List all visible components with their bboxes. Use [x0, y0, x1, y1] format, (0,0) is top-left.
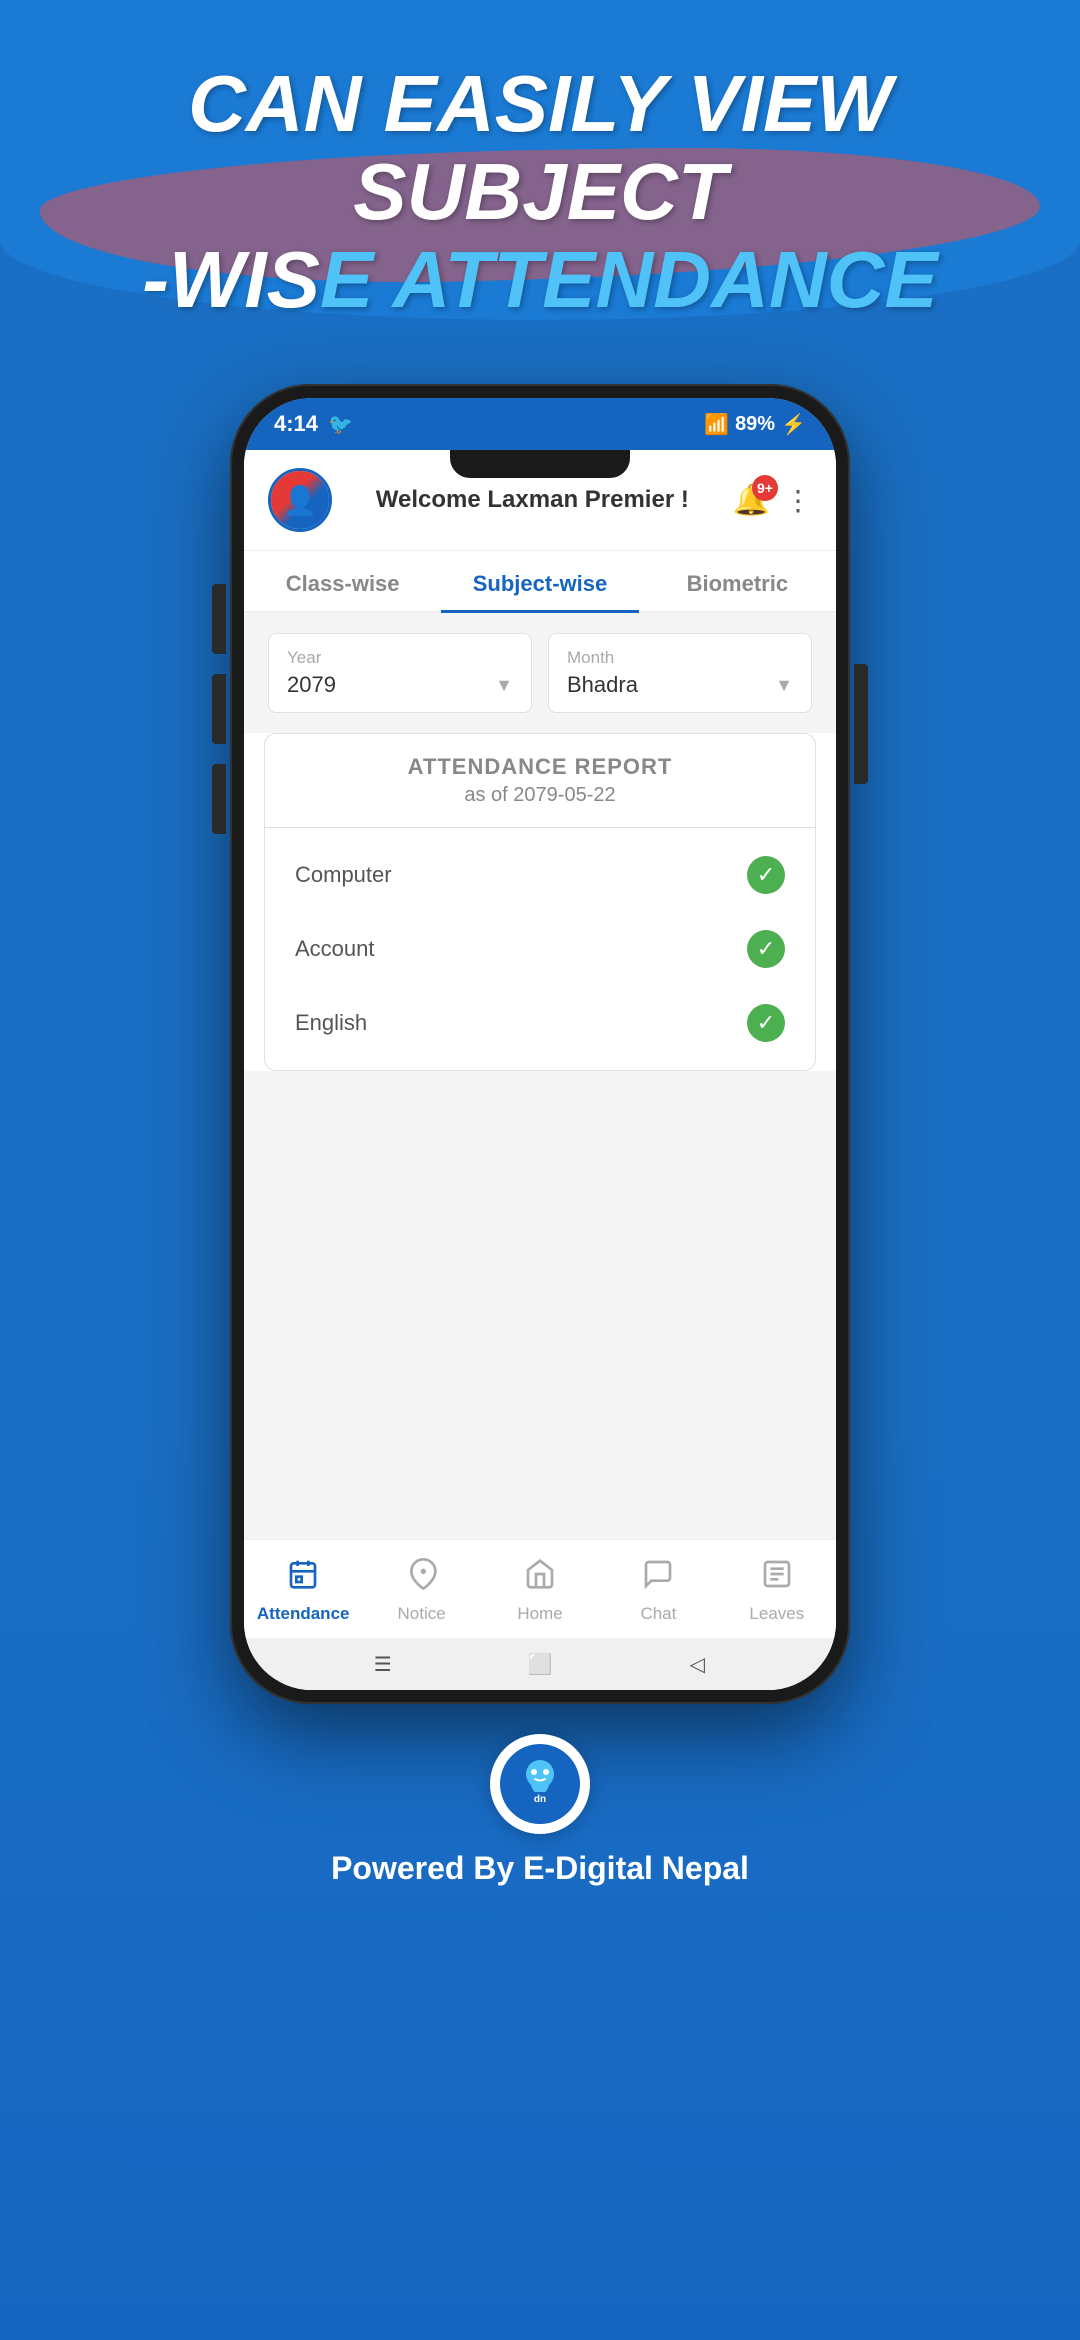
phone-button-vol-up — [212, 584, 226, 654]
hero-title: CAN EASILY VIEW SUBJECT -WISE ATTENDANCE — [60, 60, 1020, 324]
nav-label-home: Home — [517, 1604, 562, 1624]
signal-icon: 📶 — [704, 412, 729, 437]
nav-label-leaves: Leaves — [749, 1604, 804, 1624]
phone-bottom-nav: ☰ ⬜ ◁ — [244, 1638, 836, 1690]
tab-subject-wise[interactable]: Subject-wise — [441, 551, 638, 611]
leaves-nav-icon — [761, 1558, 793, 1598]
nav-item-notice[interactable]: Notice — [362, 1554, 480, 1628]
nav-item-home[interactable]: Home — [481, 1554, 599, 1628]
content-empty-area — [244, 1071, 836, 1539]
footer-text: Powered By E-Digital Nepal — [331, 1850, 749, 1887]
month-dropdown-arrow: ▼ — [775, 675, 793, 696]
chat-nav-icon — [642, 1558, 674, 1598]
phone-button-mute — [212, 764, 226, 834]
phone-home-btn[interactable]: ⬜ — [523, 1647, 557, 1681]
phone-screen: 4:14 🐦 📶 89% ⚡ 👤 Welcome Laxman Premi — [244, 398, 836, 1690]
subject-status-english: ✓ — [747, 1004, 785, 1042]
footer-logo-inner: dn — [500, 1744, 580, 1824]
month-value: Bhadra — [567, 672, 638, 698]
report-date: as of 2079-05-22 — [285, 784, 795, 807]
nav-label-attendance: Attendance — [257, 1604, 350, 1624]
attendance-nav-icon — [287, 1558, 319, 1598]
filter-dropdowns: Year 2079 ▼ Month Bhadra ▼ — [244, 613, 836, 733]
status-time: 4:14 — [274, 411, 318, 437]
hero-title-part2: E — [320, 235, 393, 324]
tab-class-wise[interactable]: Class-wise — [244, 551, 441, 611]
screen-content: 👤 Welcome Laxman Premier ! 🔔 9+ ⋮ Clas — [244, 450, 836, 1690]
hero-title-line2: -WISE ATTENDANCE — [60, 236, 1020, 324]
bottom-navigation: Attendance Notice — [244, 1539, 836, 1638]
subject-list: Computer ✓ Account ✓ English ✓ — [265, 828, 815, 1070]
report-header: ATTENDANCE REPORT as of 2079-05-22 — [265, 734, 815, 828]
phone-frame: 4:14 🐦 📶 89% ⚡ 👤 Welcome Laxman Premi — [230, 384, 850, 1704]
month-dropdown[interactable]: Month Bhadra ▼ — [548, 633, 812, 713]
subject-name-account: Account — [295, 936, 375, 962]
attendance-tabs: Class-wise Subject-wise Biometric — [244, 551, 836, 613]
nav-label-notice: Notice — [398, 1604, 446, 1624]
status-bar: 4:14 🐦 📶 89% ⚡ — [244, 398, 836, 450]
subject-row-computer: Computer ✓ — [265, 838, 815, 912]
attendance-report-card: ATTENDANCE REPORT as of 2079-05-22 Compu… — [264, 733, 816, 1071]
nav-item-chat[interactable]: Chat — [599, 1554, 717, 1628]
report-title: ATTENDANCE REPORT — [285, 754, 795, 780]
subject-status-computer: ✓ — [747, 856, 785, 894]
footer-logo: dn — [490, 1734, 590, 1834]
phone-button-power — [854, 664, 868, 784]
welcome-message: Welcome Laxman Premier ! — [332, 486, 733, 514]
more-options-icon[interactable]: ⋮ — [784, 484, 812, 517]
year-dropdown-arrow: ▼ — [495, 675, 513, 696]
avatar[interactable]: 👤 — [268, 468, 332, 532]
phone-mockup: 4:14 🐦 📶 89% ⚡ 👤 Welcome Laxman Premi — [230, 384, 850, 1704]
twitter-status-icon: 🐦 — [328, 412, 353, 437]
year-dropdown[interactable]: Year 2079 ▼ — [268, 633, 532, 713]
subject-row-account: Account ✓ — [265, 912, 815, 986]
svg-text:dn: dn — [534, 1794, 546, 1805]
phone-menu-btn[interactable]: ☰ — [366, 1647, 400, 1681]
subject-row-english: English ✓ — [265, 986, 815, 1060]
phone-back-btn[interactable]: ◁ — [680, 1647, 714, 1681]
subject-name-computer: Computer — [295, 862, 392, 888]
battery-icon: ⚡ — [781, 412, 806, 437]
status-bar-right: 📶 89% ⚡ — [704, 412, 806, 437]
year-label: Year — [287, 648, 513, 668]
month-value-wrapper: Bhadra ▼ — [567, 672, 793, 698]
subject-name-english: English — [295, 1010, 367, 1036]
footer: dn Powered By E-Digital Nepal — [331, 1734, 749, 1887]
nav-item-attendance[interactable]: Attendance — [244, 1554, 362, 1628]
phone-notch — [450, 450, 630, 478]
hero-header: CAN EASILY VIEW SUBJECT -WISE ATTENDANCE — [0, 60, 1080, 324]
nav-item-leaves[interactable]: Leaves — [718, 1554, 836, 1628]
phone-button-vol-down — [212, 674, 226, 744]
tab-biometric[interactable]: Biometric — [639, 551, 836, 611]
hero-title-part1: -WIS — [142, 235, 320, 324]
avatar-image: 👤 — [271, 471, 329, 529]
header-icons: 🔔 9+ ⋮ — [733, 483, 812, 518]
year-value: 2079 — [287, 672, 336, 698]
hero-title-line1: CAN EASILY VIEW SUBJECT — [60, 60, 1020, 236]
nav-label-chat: Chat — [640, 1604, 676, 1624]
month-label: Month — [567, 648, 793, 668]
home-nav-icon — [524, 1558, 556, 1598]
notification-bell-wrapper[interactable]: 🔔 9+ — [733, 483, 770, 518]
battery-text: 89% — [735, 413, 775, 436]
year-value-wrapper: 2079 ▼ — [287, 672, 513, 698]
notice-nav-icon — [406, 1558, 438, 1598]
status-bar-left: 4:14 🐦 — [274, 411, 353, 437]
notification-badge: 9+ — [752, 475, 778, 501]
hero-title-part3: ATTENDANCE — [393, 235, 938, 324]
report-date-prefix: as of — [464, 784, 507, 806]
subject-status-account: ✓ — [747, 930, 785, 968]
report-date-value: 2079-05-22 — [513, 784, 615, 806]
